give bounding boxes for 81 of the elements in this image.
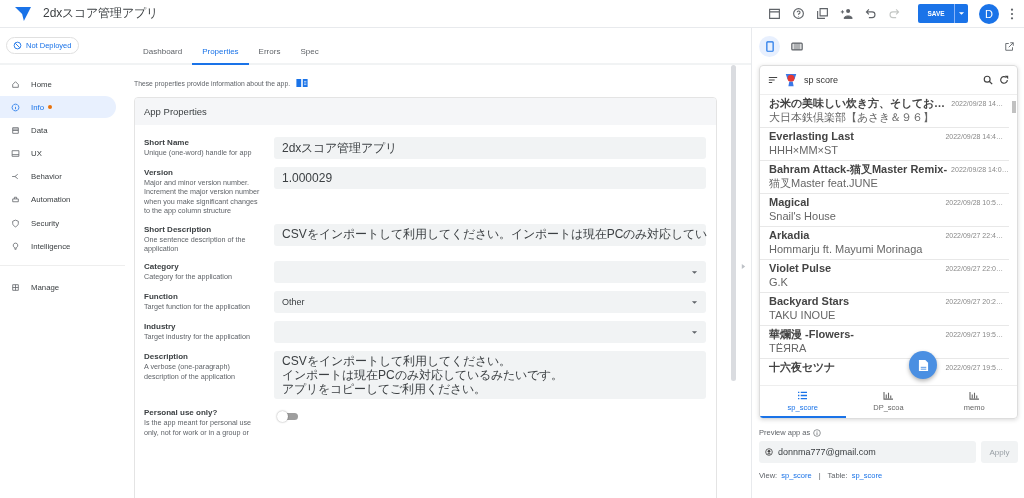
row-subtitle: TAKU INOUE [769, 309, 837, 322]
bar-chart-icon [883, 390, 894, 400]
info-icon[interactable] [813, 428, 822, 437]
lightbulb-icon [11, 241, 20, 251]
scrollbar[interactable] [1012, 101, 1016, 113]
text-field[interactable]: 2dxスコア管理アプリ [274, 137, 706, 159]
calendar-icon[interactable] [768, 7, 781, 20]
tab[interactable]: Spec [290, 40, 329, 65]
account-icon [765, 448, 773, 456]
row-title: 十六夜セツナ [769, 361, 835, 374]
help-icon[interactable] [792, 7, 805, 20]
user-email-field[interactable]: donnma777@gmail.com [759, 441, 976, 463]
logo-icon [14, 5, 32, 22]
branch-icon [11, 172, 20, 182]
bar-chart-icon [968, 390, 980, 400]
app-title: 2dxスコア管理アプリ [43, 5, 159, 22]
info-icon [11, 102, 20, 112]
caret-icon [691, 298, 698, 306]
field-label: Version [144, 167, 174, 178]
field-label: Category [144, 261, 180, 273]
row-subtitle: TЁЯRA [769, 342, 808, 355]
textarea-field[interactable]: CSVをインポートして利用してください。 インポートは現在PCのみ対応しているみたいです。 アプリをコピーしてご利用ください。 [274, 351, 706, 400]
open-external-icon[interactable] [1005, 42, 1014, 51]
caret-icon [958, 10, 965, 17]
tab[interactable]: Errors [248, 40, 291, 65]
row-title: Violet Pulse [769, 262, 832, 275]
row-subtitle: HHH×MM×ST [769, 144, 840, 157]
row-title: Everlasting Last [769, 130, 854, 143]
caret-icon [691, 328, 698, 336]
add-person-icon[interactable] [840, 7, 853, 20]
field-label: Short Name [144, 137, 190, 148]
row-title: Backyard Stars [769, 295, 850, 308]
card-title: App Properties [144, 106, 207, 117]
field-label: Function [144, 291, 179, 303]
shield-icon [11, 218, 20, 228]
row-subtitle: 大日本鉄倶楽部【あさき＆９６】 [769, 111, 935, 124]
tablet-icon [790, 42, 803, 51]
tab[interactable]: Dashboard [133, 40, 193, 65]
search-icon[interactable] [983, 75, 993, 85]
row-subtitle: G.K [769, 276, 789, 289]
app-bar-title: sp score [804, 75, 838, 85]
row-title: 華爛漫 -Flowers- [769, 328, 854, 341]
more-icon[interactable] [1010, 7, 1014, 20]
field-label: Personal use only? [144, 407, 219, 419]
document-icon [917, 358, 929, 372]
book-icon[interactable] [296, 79, 309, 87]
csv-file-button[interactable] [909, 351, 937, 379]
tab[interactable]: Properties [192, 40, 249, 65]
save-options-button[interactable] [954, 4, 968, 23]
toggle-switch[interactable] [280, 413, 298, 421]
phone-icon [765, 41, 774, 52]
dropdown-field[interactable] [274, 261, 706, 284]
phone-view-button[interactable] [759, 36, 780, 57]
sort-icon[interactable] [768, 75, 778, 85]
home-icon [11, 79, 20, 89]
row-subtitle: Snail's House [769, 210, 837, 223]
avatar[interactable]: D [979, 3, 999, 24]
dropdown-field[interactable] [274, 321, 706, 344]
grid-icon [11, 282, 20, 292]
row-subtitle: Hommarju ft. Mayumi Morinaga [769, 243, 924, 256]
list-icon [797, 390, 809, 400]
trophy-logo-icon [784, 72, 798, 88]
row-title: Arkadia [769, 229, 810, 242]
scrollbar[interactable] [731, 65, 736, 381]
row-title: Bahram Attack-猫叉Master Remix- [769, 163, 948, 176]
row-title: Magical [769, 196, 810, 209]
row-title: お米の美味しい炊き方、そしてお… [769, 97, 945, 110]
database-icon [11, 125, 20, 135]
undo-icon[interactable] [864, 7, 877, 20]
screen-icon [11, 149, 20, 159]
caret-icon [691, 268, 698, 276]
refresh-icon[interactable] [999, 75, 1009, 85]
field-label: Industry [144, 321, 177, 333]
text-field[interactable]: CSVをインポートして利用してください。インポートは現在PCのみ対応してい [274, 223, 706, 246]
dropdown-field[interactable]: Other [274, 291, 706, 314]
field-label: Description [144, 351, 189, 363]
copy-icon[interactable] [816, 7, 829, 20]
field-label: Short Description [144, 223, 213, 235]
not-deployed-icon [13, 41, 22, 50]
row-subtitle: 猫叉Master feat.JUNE [769, 177, 879, 190]
text-field[interactable]: 1.000029 [274, 167, 706, 189]
